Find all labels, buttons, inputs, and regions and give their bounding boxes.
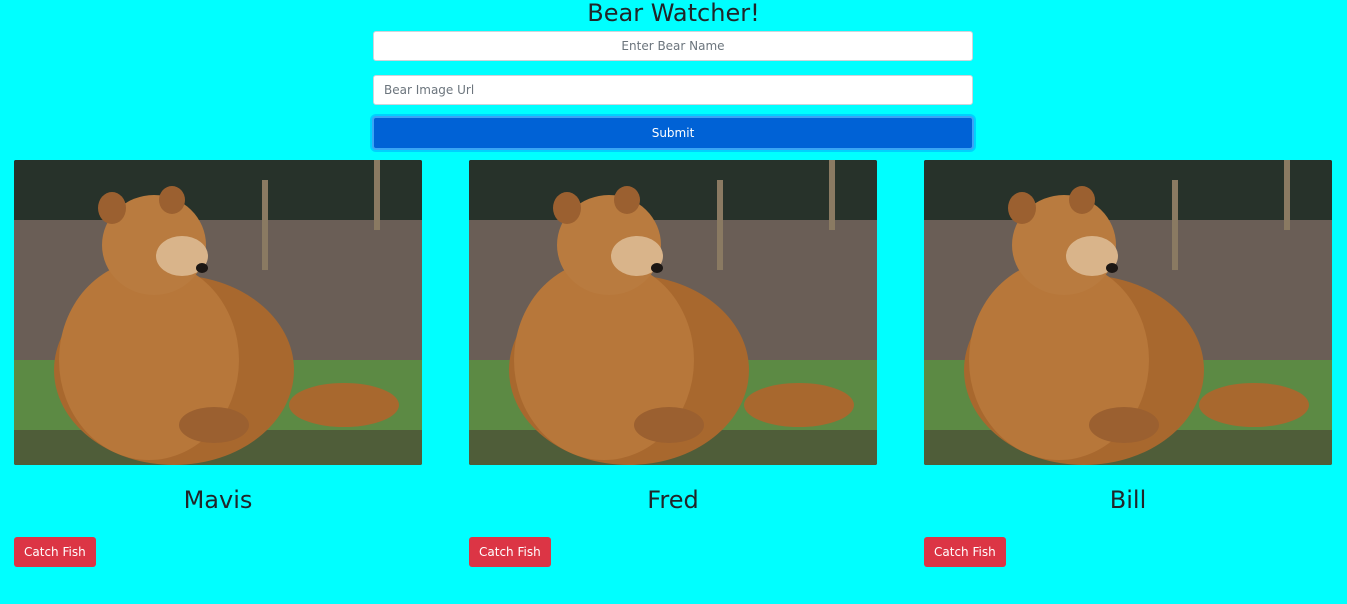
page: Bear Watcher! Submit xyxy=(0,0,1347,604)
catch-fish-button[interactable]: Catch Fish xyxy=(924,537,1006,567)
bear-image xyxy=(14,160,422,465)
bear-card: Mavis Catch Fish xyxy=(14,160,422,567)
bear-card: Fred Catch Fish xyxy=(469,160,877,567)
bear-name: Fred xyxy=(647,486,699,514)
catch-fish-button[interactable]: Catch Fish xyxy=(14,537,96,567)
submit-button[interactable]: Submit xyxy=(372,116,974,150)
page-title: Bear Watcher! xyxy=(587,0,760,27)
bear-image-url-input[interactable] xyxy=(373,75,973,105)
bear-name-input[interactable] xyxy=(373,31,973,61)
bear-name: Mavis xyxy=(183,486,253,514)
bear-name: Bill xyxy=(1109,486,1147,514)
bear-card: Bill Catch Fish xyxy=(924,160,1332,567)
catch-fish-button[interactable]: Catch Fish xyxy=(469,537,551,567)
bear-image xyxy=(469,160,877,465)
bear-image xyxy=(924,160,1332,465)
